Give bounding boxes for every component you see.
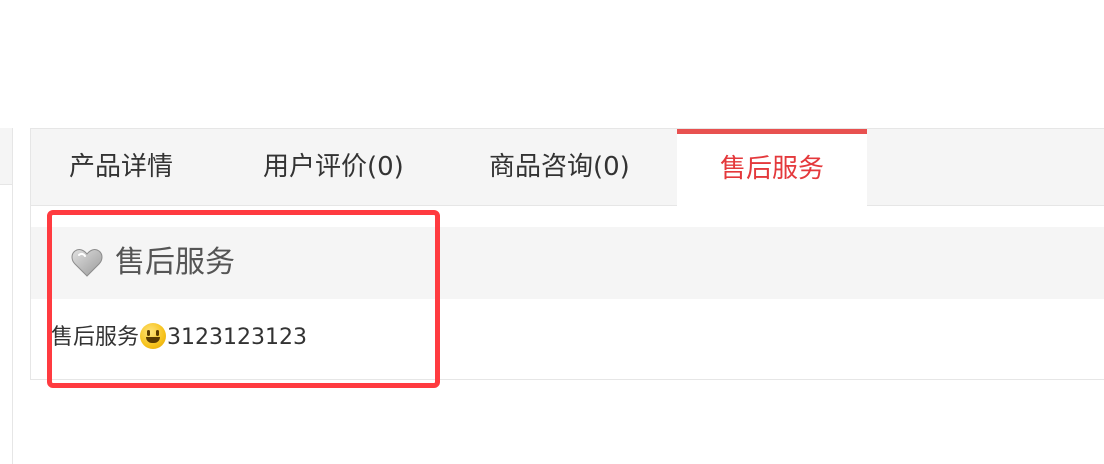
left-panel-edge: [0, 128, 13, 464]
page: 产品详情 用户评价(0) 商品咨询(0) 售后服务 售后服务 售后服务 31231…: [0, 0, 1104, 464]
tab-after-sales[interactable]: 售后服务: [677, 129, 867, 206]
smile-icon: [140, 323, 167, 349]
tab-product-consult[interactable]: 商品咨询(0): [489, 129, 630, 205]
product-detail-panel: 产品详情 用户评价(0) 商品咨询(0) 售后服务 售后服务 售后服务 31231…: [30, 128, 1104, 380]
section-title: 售后服务: [115, 245, 235, 280]
tab-user-reviews[interactable]: 用户评价(0): [263, 129, 404, 205]
content-suffix: 3123123123: [167, 325, 307, 350]
after-sales-content: 售后服务 3123123123: [51, 323, 307, 353]
tab-product-details[interactable]: 产品详情: [69, 129, 173, 205]
content-prefix: 售后服务: [51, 325, 140, 350]
after-sales-header: 售后服务: [31, 227, 1104, 299]
heart-icon: [71, 249, 103, 277]
left-panel-bar: [0, 128, 12, 185]
tab-bar: 产品详情 用户评价(0) 商品咨询(0) 售后服务: [31, 129, 1104, 206]
